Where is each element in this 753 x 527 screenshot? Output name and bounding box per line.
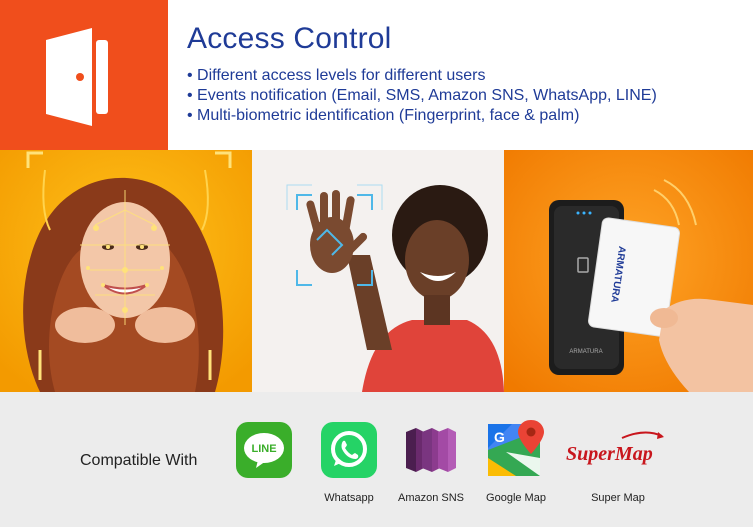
palm-recognition-photo: [252, 150, 504, 392]
supermap-logo-icon: SuperMap: [560, 428, 670, 477]
svg-text:LINE: LINE: [251, 443, 276, 455]
google-map-logo-icon: G: [486, 418, 546, 485]
feature-list: • Different access levels for different …: [187, 66, 657, 126]
face-recognition-photo: [0, 150, 252, 392]
door-icon-box: [0, 0, 168, 150]
whatsapp-caption: Whatsapp: [324, 492, 374, 504]
photo-strip: ARMATURA ARMATURA: [0, 150, 753, 392]
whatsapp-logo-icon: [321, 422, 377, 483]
feature-item: • Events notification (Email, SMS, Amazo…: [187, 87, 657, 104]
feature-item: • Different access levels for different …: [187, 67, 486, 84]
amazon-sns-logo-icon: [402, 420, 458, 485]
amazon-sns-caption: Amazon SNS: [397, 492, 465, 504]
feature-item: • Multi-biometric identification (Finger…: [187, 107, 580, 124]
card-reader-photo: ARMATURA ARMATURA: [504, 150, 753, 392]
compatible-label: Compatible With: [80, 452, 198, 469]
svg-text:SuperMap: SuperMap: [566, 443, 653, 465]
line-logo-icon: LINE: [236, 422, 292, 483]
device-brand: ARMATURA: [569, 349, 602, 355]
page-title: Access Control: [187, 22, 392, 55]
google-map-caption: Google Map: [486, 492, 546, 504]
header: Access Control • Different access levels…: [0, 0, 753, 150]
compatibility-section: Compatible With LINE Whatsapp Amazon SNS…: [0, 392, 753, 527]
door-icon: [46, 28, 108, 126]
svg-text:G: G: [494, 429, 505, 445]
supermap-caption: Super Map: [591, 492, 645, 504]
